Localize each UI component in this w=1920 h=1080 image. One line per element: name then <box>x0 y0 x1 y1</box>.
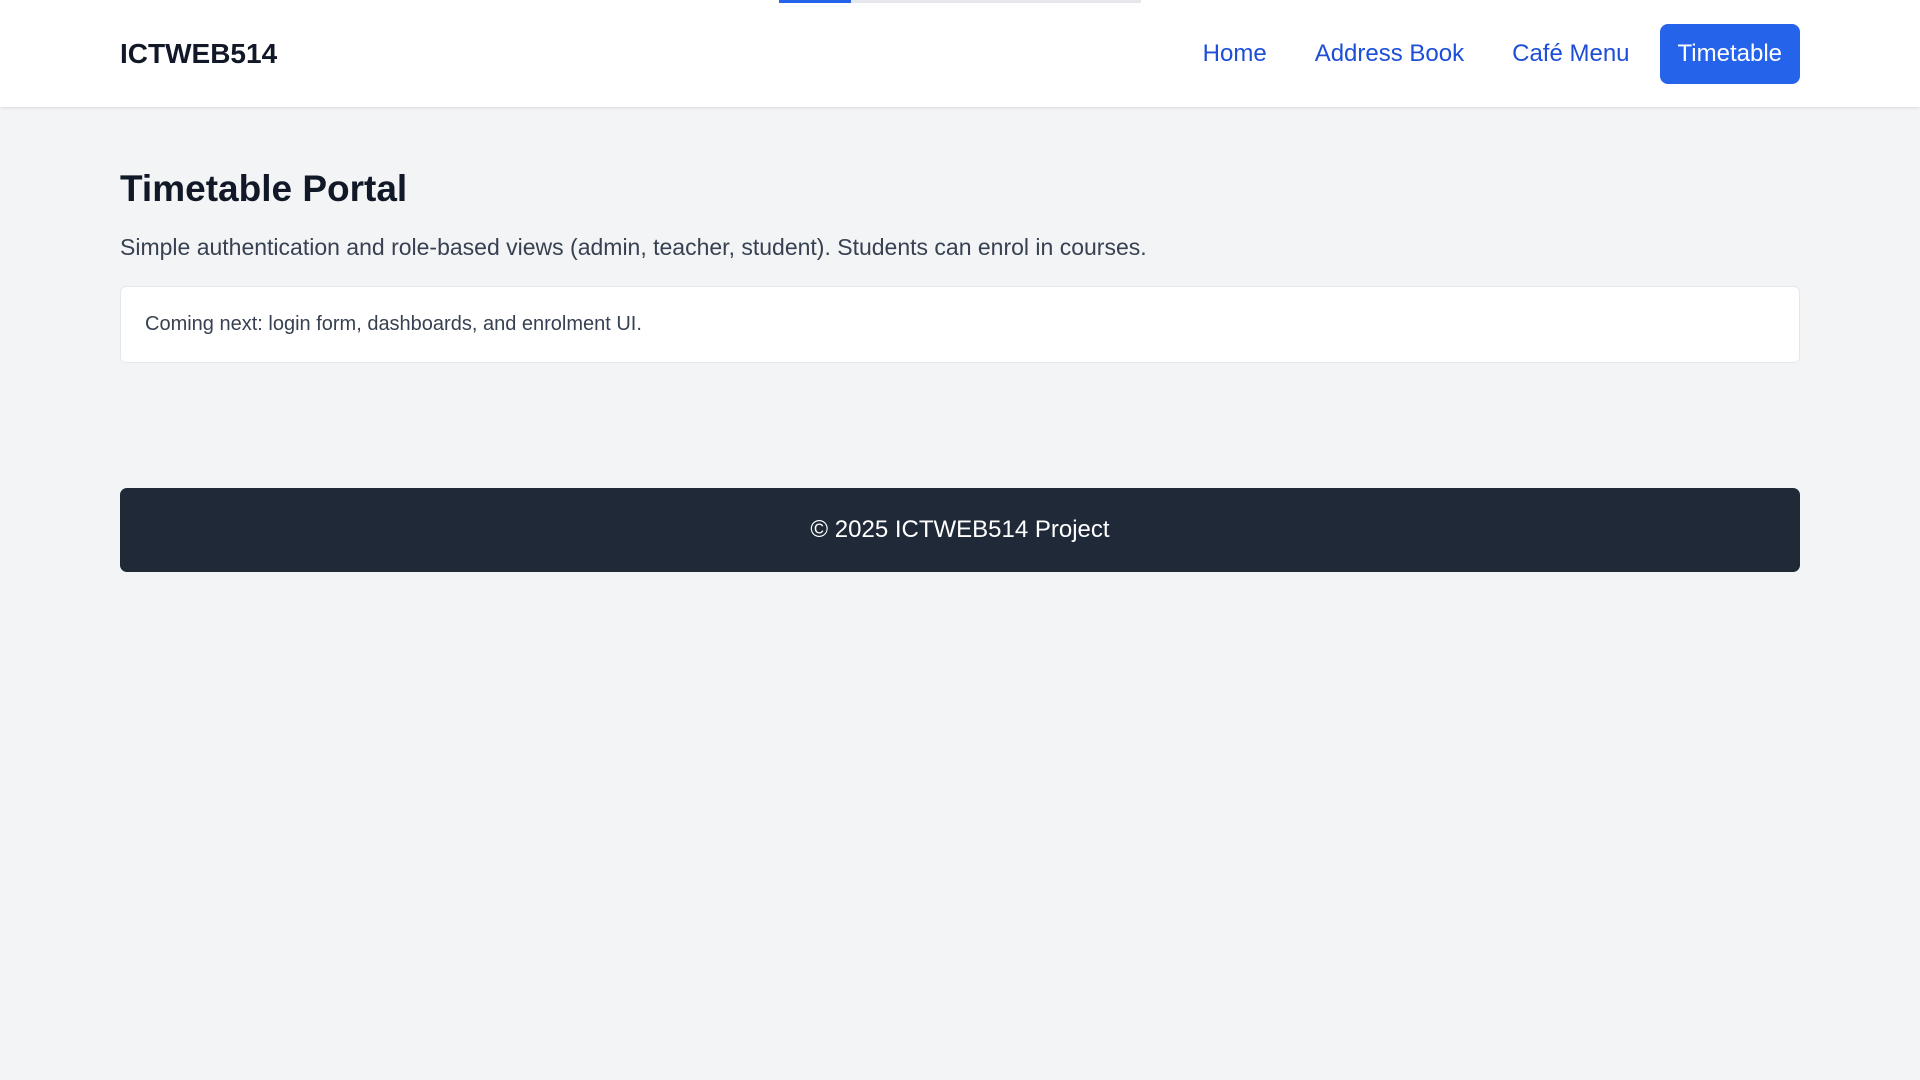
nav-link-home[interactable]: Home <box>1185 24 1285 84</box>
footer-copyright: © 2025 ICTWEB514 Project <box>810 516 1110 543</box>
site-brand[interactable]: ICTWEB514 <box>120 0 277 107</box>
site-footer: © 2025 ICTWEB514 Project <box>120 488 1800 572</box>
page-loading-indicator-fill <box>779 0 852 3</box>
nav-link-address-book[interactable]: Address Book <box>1297 24 1482 84</box>
nav-link-timetable[interactable]: Timetable <box>1659 24 1800 84</box>
coming-next-text: Coming next: login form, dashboards, and… <box>145 313 642 335</box>
site-header: ICTWEB514 Home Address Book Café Menu Ti… <box>0 0 1920 107</box>
main-nav: Home Address Book Café Menu Timetable <box>1173 24 1800 84</box>
main-content: Timetable Portal Simple authentication a… <box>0 107 1920 363</box>
nav-link-cafe-menu[interactable]: Café Menu <box>1494 24 1647 84</box>
page-description: Simple authentication and role-based vie… <box>120 234 1147 260</box>
coming-next-card: Coming next: login form, dashboards, and… <box>120 286 1800 363</box>
page-loading-indicator <box>779 0 1141 3</box>
page-title: Timetable Portal <box>120 168 408 209</box>
